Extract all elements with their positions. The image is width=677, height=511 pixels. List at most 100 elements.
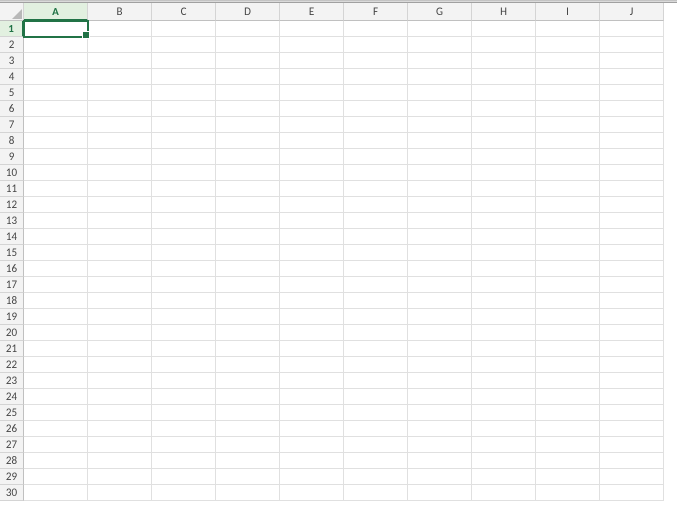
cell-H11[interactable]	[472, 181, 536, 197]
cell-B18[interactable]	[88, 293, 152, 309]
cell-G23[interactable]	[408, 373, 472, 389]
cell-F29[interactable]	[344, 469, 408, 485]
cell-J23[interactable]	[600, 373, 664, 389]
cell-J12[interactable]	[600, 197, 664, 213]
column-header-C[interactable]: C	[152, 3, 216, 21]
cell-G11[interactable]	[408, 181, 472, 197]
cell-B17[interactable]	[88, 277, 152, 293]
cell-J2[interactable]	[600, 37, 664, 53]
cell-H10[interactable]	[472, 165, 536, 181]
cell-B10[interactable]	[88, 165, 152, 181]
cell-J4[interactable]	[600, 69, 664, 85]
cell-I1[interactable]	[536, 21, 600, 37]
cell-I16[interactable]	[536, 261, 600, 277]
row-header-16[interactable]: 16	[0, 261, 24, 277]
cell-C8[interactable]	[152, 133, 216, 149]
cell-I11[interactable]	[536, 181, 600, 197]
cell-G29[interactable]	[408, 469, 472, 485]
cell-G21[interactable]	[408, 341, 472, 357]
cell-I15[interactable]	[536, 245, 600, 261]
row-header-30[interactable]: 30	[0, 485, 24, 501]
cell-D28[interactable]	[216, 453, 280, 469]
cell-I14[interactable]	[536, 229, 600, 245]
cell-G18[interactable]	[408, 293, 472, 309]
cell-I7[interactable]	[536, 117, 600, 133]
cell-A16[interactable]	[24, 261, 88, 277]
row-header-13[interactable]: 13	[0, 213, 24, 229]
cell-B24[interactable]	[88, 389, 152, 405]
cell-D12[interactable]	[216, 197, 280, 213]
cell-G22[interactable]	[408, 357, 472, 373]
cell-C5[interactable]	[152, 85, 216, 101]
cell-C7[interactable]	[152, 117, 216, 133]
row-header-6[interactable]: 6	[0, 101, 24, 117]
cell-J10[interactable]	[600, 165, 664, 181]
cell-H22[interactable]	[472, 357, 536, 373]
cell-F28[interactable]	[344, 453, 408, 469]
cell-E10[interactable]	[280, 165, 344, 181]
cell-E30[interactable]	[280, 485, 344, 501]
cell-H12[interactable]	[472, 197, 536, 213]
cell-E18[interactable]	[280, 293, 344, 309]
cell-C9[interactable]	[152, 149, 216, 165]
cell-J29[interactable]	[600, 469, 664, 485]
cell-I10[interactable]	[536, 165, 600, 181]
cell-C24[interactable]	[152, 389, 216, 405]
cell-J19[interactable]	[600, 309, 664, 325]
cell-F11[interactable]	[344, 181, 408, 197]
cell-E21[interactable]	[280, 341, 344, 357]
cell-D29[interactable]	[216, 469, 280, 485]
cell-B5[interactable]	[88, 85, 152, 101]
cell-H14[interactable]	[472, 229, 536, 245]
row-header-1[interactable]: 1	[0, 21, 24, 37]
cell-I6[interactable]	[536, 101, 600, 117]
cell-F17[interactable]	[344, 277, 408, 293]
cell-H13[interactable]	[472, 213, 536, 229]
cell-E25[interactable]	[280, 405, 344, 421]
cell-I23[interactable]	[536, 373, 600, 389]
cell-F2[interactable]	[344, 37, 408, 53]
cell-G10[interactable]	[408, 165, 472, 181]
cell-A17[interactable]	[24, 277, 88, 293]
cell-D26[interactable]	[216, 421, 280, 437]
column-header-I[interactable]: I	[536, 3, 600, 21]
cell-C19[interactable]	[152, 309, 216, 325]
cell-I19[interactable]	[536, 309, 600, 325]
cell-C6[interactable]	[152, 101, 216, 117]
row-header-4[interactable]: 4	[0, 69, 24, 85]
cell-E23[interactable]	[280, 373, 344, 389]
cell-G1[interactable]	[408, 21, 472, 37]
cell-E5[interactable]	[280, 85, 344, 101]
cell-D22[interactable]	[216, 357, 280, 373]
cell-I24[interactable]	[536, 389, 600, 405]
cell-H6[interactable]	[472, 101, 536, 117]
cell-A10[interactable]	[24, 165, 88, 181]
cell-J7[interactable]	[600, 117, 664, 133]
cell-F21[interactable]	[344, 341, 408, 357]
cell-A4[interactable]	[24, 69, 88, 85]
cell-G13[interactable]	[408, 213, 472, 229]
cell-I29[interactable]	[536, 469, 600, 485]
cell-A13[interactable]	[24, 213, 88, 229]
cell-D15[interactable]	[216, 245, 280, 261]
row-header-24[interactable]: 24	[0, 389, 24, 405]
cell-B2[interactable]	[88, 37, 152, 53]
cell-H8[interactable]	[472, 133, 536, 149]
cell-F30[interactable]	[344, 485, 408, 501]
row-header-29[interactable]: 29	[0, 469, 24, 485]
cell-H9[interactable]	[472, 149, 536, 165]
cell-J13[interactable]	[600, 213, 664, 229]
cell-F20[interactable]	[344, 325, 408, 341]
cell-A22[interactable]	[24, 357, 88, 373]
row-header-20[interactable]: 20	[0, 325, 24, 341]
cell-F25[interactable]	[344, 405, 408, 421]
cell-D25[interactable]	[216, 405, 280, 421]
cell-A11[interactable]	[24, 181, 88, 197]
cell-I27[interactable]	[536, 437, 600, 453]
column-header-G[interactable]: G	[408, 3, 472, 21]
cell-B4[interactable]	[88, 69, 152, 85]
cell-H5[interactable]	[472, 85, 536, 101]
cell-B13[interactable]	[88, 213, 152, 229]
column-header-H[interactable]: H	[472, 3, 536, 21]
cell-G7[interactable]	[408, 117, 472, 133]
